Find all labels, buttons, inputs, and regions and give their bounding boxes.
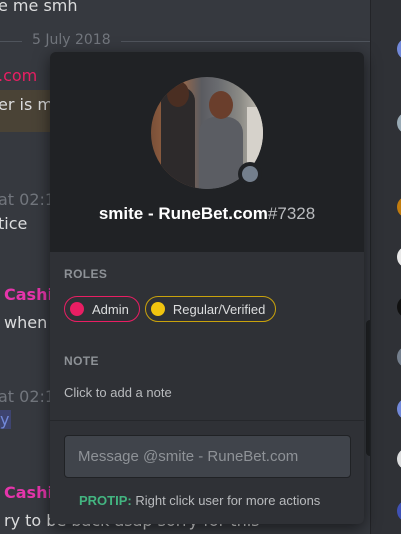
member-list-strip [370, 0, 401, 534]
status-offline-icon [238, 162, 262, 186]
username: smite - RuneBet.com [98, 204, 268, 223]
roles-list: Admin Regular/Verified [64, 296, 277, 322]
protip-label: PROTIP: [79, 493, 132, 508]
note-field[interactable]: Click to add a note [64, 385, 172, 400]
roles-title: ROLES [64, 267, 108, 281]
username-display[interactable]: smite - RuneBet.com#7328 [50, 204, 364, 224]
avatar[interactable] [397, 296, 401, 318]
avatar[interactable] [397, 398, 401, 420]
discriminator: #7328 [267, 204, 316, 223]
role-color-dot [70, 302, 84, 316]
avatar[interactable] [397, 196, 401, 218]
role-pill-admin[interactable]: Admin [64, 296, 140, 322]
avatar[interactable] [397, 38, 401, 60]
role-name: Regular/Verified [172, 301, 266, 317]
date-divider: 5 July 2018 [0, 30, 370, 52]
avatar[interactable] [397, 246, 401, 268]
role-name: Admin [92, 301, 129, 317]
note-title: NOTE [64, 354, 99, 368]
user-mention[interactable]: y [0, 410, 12, 429]
chat-message-text: when [4, 313, 48, 332]
message-input[interactable] [64, 435, 351, 478]
protip-text: Right click user for more actions [131, 493, 321, 508]
chat-username[interactable]: .com [0, 66, 37, 85]
protip: PROTIP: Right click user for more action… [79, 493, 320, 508]
avatar[interactable] [397, 448, 401, 470]
avatar[interactable] [397, 500, 401, 522]
date-divider-label: 5 July 2018 [32, 32, 111, 48]
divider [50, 420, 364, 421]
role-color-dot [150, 302, 165, 316]
popout-header: smite - RuneBet.com#7328 [50, 52, 364, 252]
chat-username[interactable]: Cashi [4, 285, 53, 304]
chat-message-text: tice [0, 214, 28, 233]
avatar[interactable] [397, 112, 401, 134]
chat-message-text: e me smh [0, 0, 78, 15]
chat-message-text: er is m [0, 95, 53, 114]
role-pill-regular-verified[interactable]: Regular/Verified [144, 296, 277, 322]
chat-username[interactable]: Cashi [4, 483, 53, 502]
avatar[interactable] [397, 346, 401, 368]
user-popout: smite - RuneBet.com#7328 ROLES Admin Reg… [50, 52, 364, 524]
